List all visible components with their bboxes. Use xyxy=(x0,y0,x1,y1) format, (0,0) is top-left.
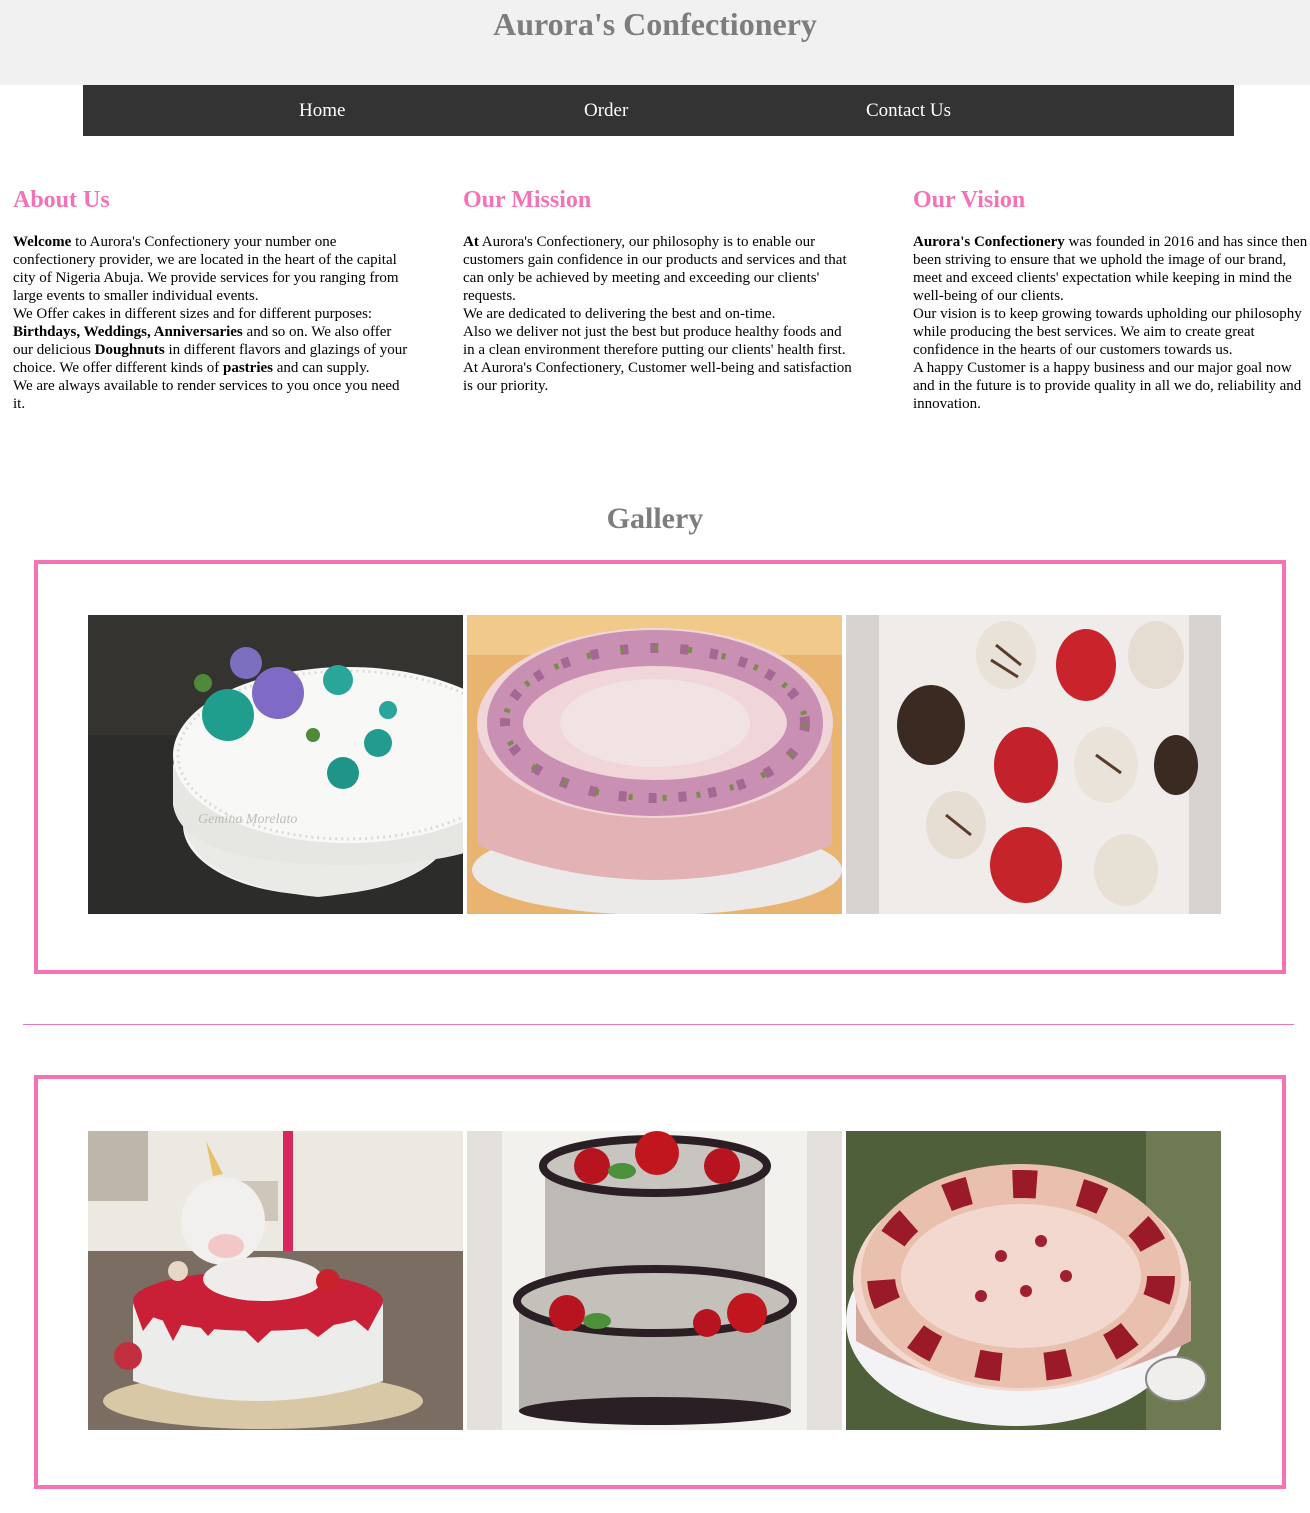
vision-paragraph-3: A happy Customer is a happy business and… xyxy=(913,360,1302,412)
mission-philosophy-text: Aurora's Confectionery, our philosophy i… xyxy=(463,234,847,304)
about-pastries-bold: pastries xyxy=(222,360,273,376)
gallery-image-chocolate-strawberries[interactable] xyxy=(846,615,1221,914)
gallery-image-unicorn-drip-cake[interactable] xyxy=(88,1131,463,1430)
vision-brand-bold: Aurora's Confectionery xyxy=(913,234,1065,250)
mission-at-bold: At xyxy=(463,234,479,250)
about-section: About Us Welcome to Aurora's Confectione… xyxy=(13,186,408,413)
about-offer-text: We Offer cakes in different sizes and fo… xyxy=(13,306,373,322)
about-supply-text: and can supply. xyxy=(272,360,370,376)
vision-text: Aurora's Confectionery was founded in 20… xyxy=(913,233,1308,413)
nav-home-link[interactable]: Home xyxy=(299,100,345,122)
gallery-heading: Gallery xyxy=(606,502,704,535)
about-paragraph-3: We are always available to render servic… xyxy=(13,378,400,412)
mission-section: Our Mission At Aurora's Confectionery, o… xyxy=(463,186,853,395)
about-occasions-bold: Birthdays, Weddings, Anniversaries xyxy=(13,324,243,340)
gallery-image-silver-two-tier-cake[interactable] xyxy=(467,1131,842,1430)
watermark-text: Gemina Morelato xyxy=(198,812,297,827)
site-header: Aurora's Confectionery xyxy=(0,0,1310,85)
gallery-image-red-cream-rose-cake[interactable] xyxy=(846,1131,1221,1430)
about-doughnuts-bold: Doughnuts xyxy=(94,342,165,358)
nav-contact-link[interactable]: Contact Us xyxy=(866,100,951,122)
mission-paragraph-1: At Aurora's Confectionery, our philosoph… xyxy=(463,233,853,305)
about-intro-text: to Aurora's Confectionery your number on… xyxy=(13,234,399,304)
about-text: Welcome to Aurora's Confectionery your n… xyxy=(13,233,408,413)
about-welcome-bold: Welcome xyxy=(13,234,72,250)
vision-section: Our Vision Aurora's Confectionery was fo… xyxy=(913,186,1308,413)
about-paragraph-2: We Offer cakes in different sizes and fo… xyxy=(13,305,408,377)
gallery-divider xyxy=(23,1024,1294,1025)
mission-text: At Aurora's Confectionery, our philosoph… xyxy=(463,233,853,395)
vision-paragraph-2: Our vision is to keep growing towards up… xyxy=(913,306,1302,358)
about-heading: About Us xyxy=(13,187,110,213)
gallery-image-pink-rosette-cake[interactable] xyxy=(467,615,842,914)
vision-heading: Our Vision xyxy=(913,187,1026,213)
main-navbar: Home Order Contact Us xyxy=(83,85,1234,136)
gallery-image-white-floral-cake[interactable]: Gemina Morelato xyxy=(88,615,463,914)
vision-paragraph-1: Aurora's Confectionery was founded in 20… xyxy=(913,233,1308,305)
mission-heading: Our Mission xyxy=(463,187,592,213)
site-title: Aurora's Confectionery xyxy=(493,6,817,42)
nav-order-link[interactable]: Order xyxy=(584,100,628,122)
mission-paragraph-3: Also we deliver not just the best but pr… xyxy=(463,324,846,358)
about-paragraph-1: Welcome to Aurora's Confectionery your n… xyxy=(13,233,408,305)
mission-paragraph-4: At Aurora's Confectionery, Customer well… xyxy=(463,360,852,394)
mission-paragraph-2: We are dedicated to delivering the best … xyxy=(463,306,776,322)
